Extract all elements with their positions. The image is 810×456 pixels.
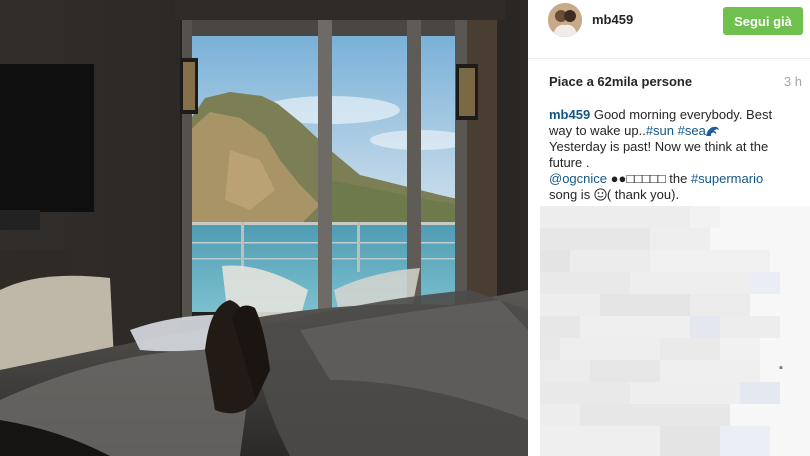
caption-text-6b: ( thank you). xyxy=(606,187,680,202)
hashtag-sea[interactable]: #sea xyxy=(678,123,706,138)
caption-line-5: @ogcnice ●●□□□□□ the #supermario xyxy=(549,171,801,187)
caption-text-1: Good morning everybody. Best xyxy=(593,107,773,122)
more-indicator: ▪ xyxy=(779,362,783,374)
caption-line-3: Yesterday is past! Now we think at the xyxy=(549,139,801,155)
caption-username[interactable]: mb459 xyxy=(549,107,590,122)
caption-text-6a: song is xyxy=(549,187,591,202)
post-caption: mb459 Good morning everybody. Best way t… xyxy=(549,107,801,203)
post-time[interactable]: 3 h xyxy=(784,74,802,89)
avatar[interactable] xyxy=(548,3,582,37)
caption-line-2: way to wake up..#sun #sea xyxy=(549,123,801,139)
follow-button[interactable]: Segui già xyxy=(723,7,803,35)
caption-line-4: future . xyxy=(549,155,801,171)
mention-ogcnice[interactable]: @ogcnice xyxy=(549,171,607,186)
caption-emoji-placeholders: ●●□□□□□ xyxy=(610,171,666,186)
caption-text-the: the xyxy=(669,171,688,186)
bedroom-sea-view-image xyxy=(0,0,528,456)
hashtag-supermario[interactable]: #supermario xyxy=(691,171,763,186)
post-header: mb459 Segui già xyxy=(528,0,810,59)
smiley-icon xyxy=(594,187,607,202)
caption-line-1: mb459 Good morning everybody. Best xyxy=(549,107,801,123)
caption-text-4: future . xyxy=(549,155,590,170)
hashtag-sun[interactable]: #sun xyxy=(646,123,674,138)
caption-text-2: way to wake up.. xyxy=(549,123,646,138)
caption-text-3: Yesterday is past! Now we think at the xyxy=(549,139,769,154)
caption-line-6: song is ( thank you). xyxy=(549,187,801,203)
wave-icon xyxy=(705,123,720,138)
post-photo[interactable] xyxy=(0,0,528,456)
post-details-panel: mb459 Segui già Piace a 62mila persone 3… xyxy=(528,0,810,456)
username[interactable]: mb459 xyxy=(592,12,633,27)
blurred-comments xyxy=(540,206,810,456)
likes-count[interactable]: Piace a 62mila persone xyxy=(549,74,692,89)
